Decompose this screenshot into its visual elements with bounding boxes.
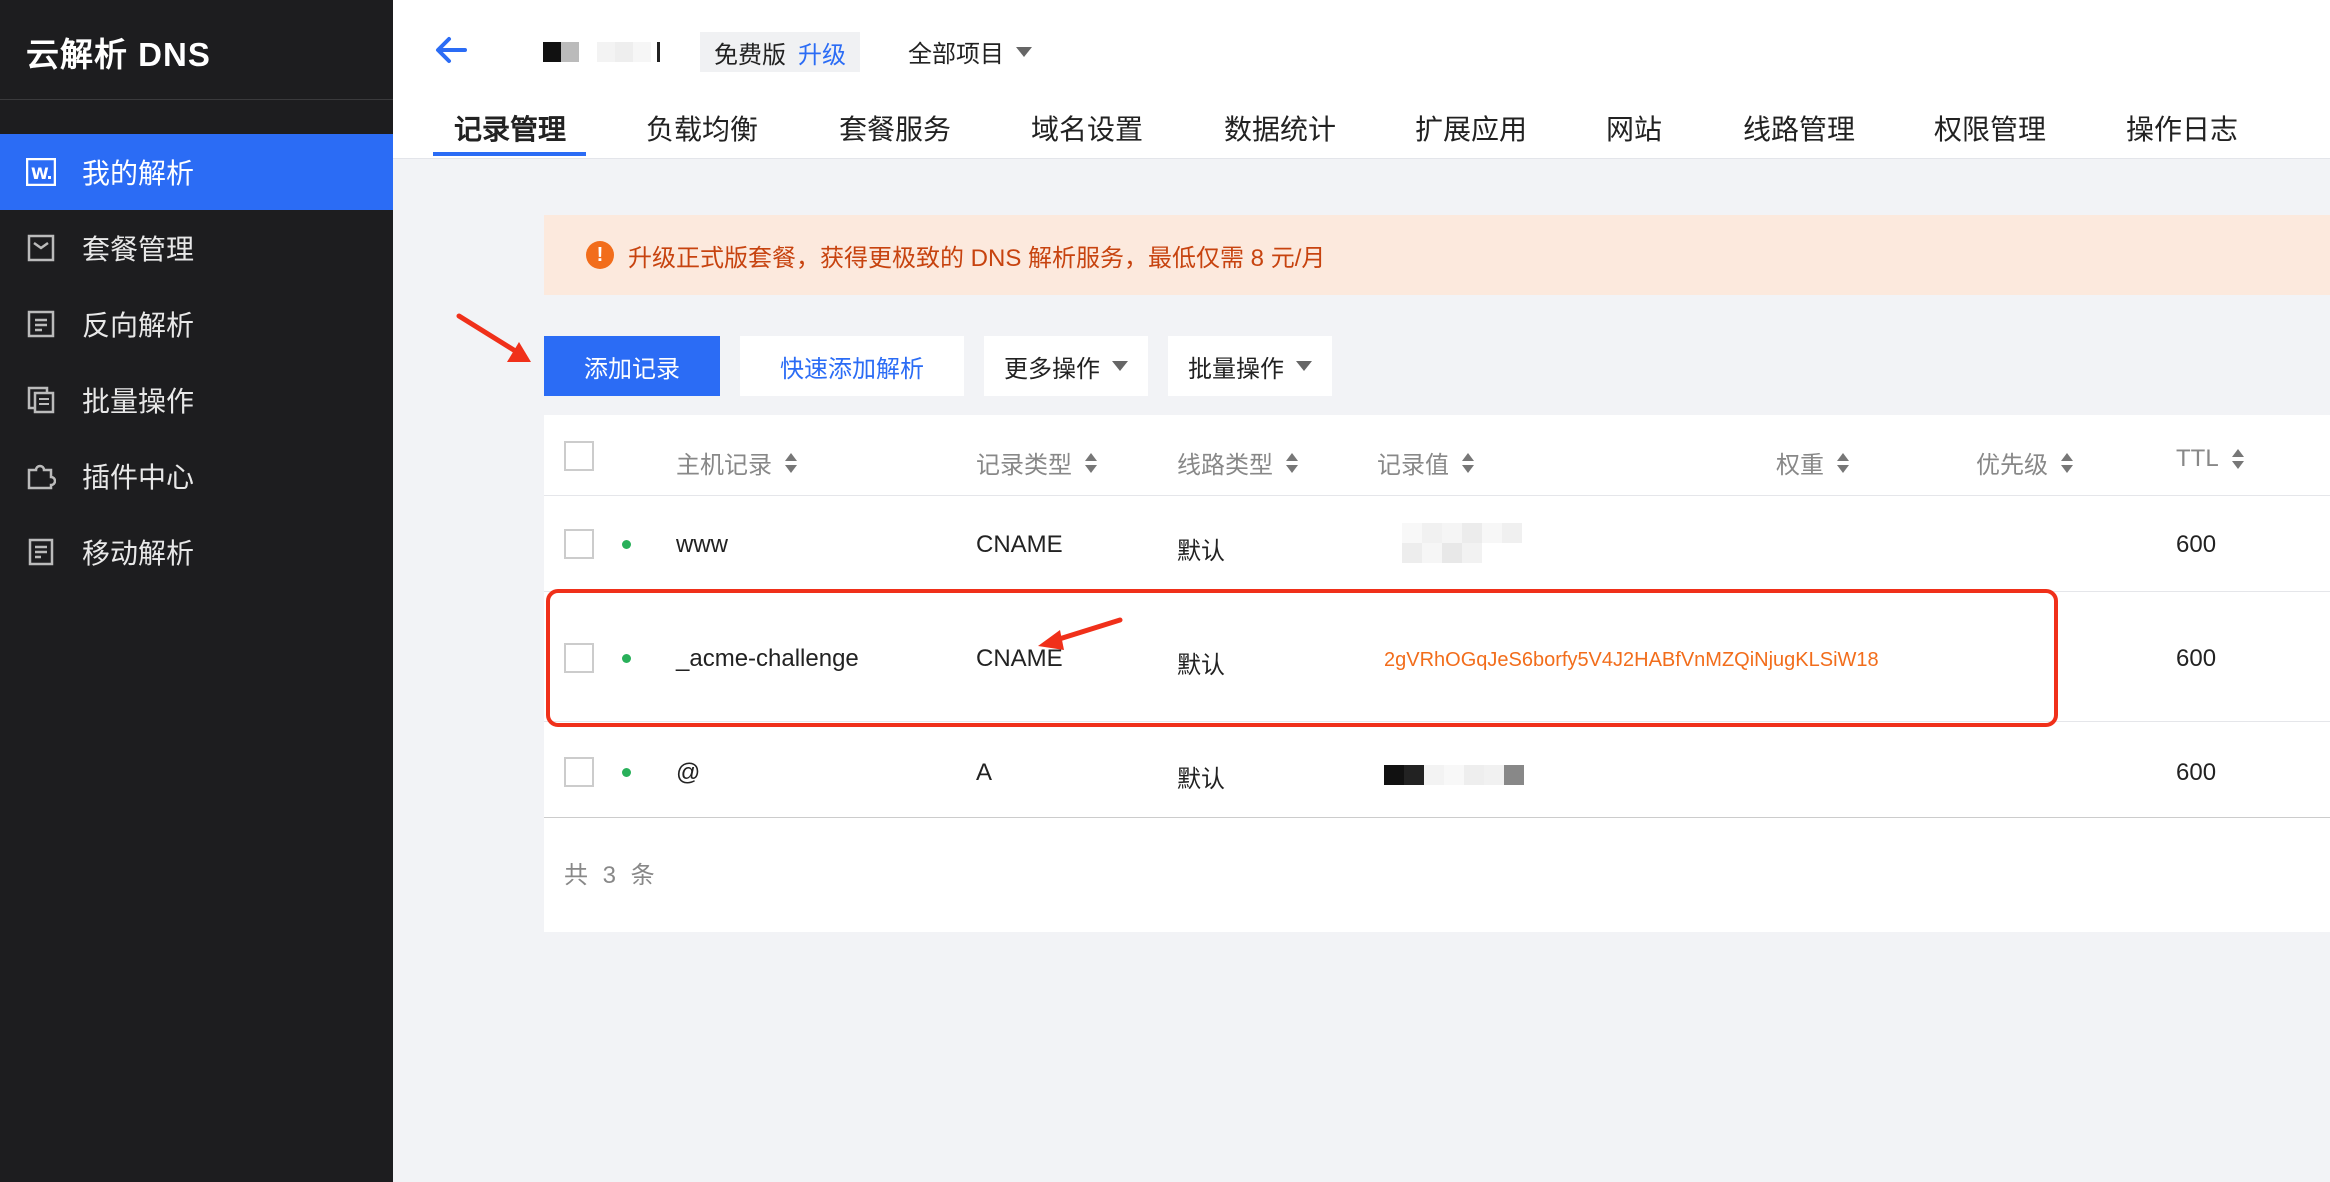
sidebar: 云解析 DNS W 我的解析 套餐管理 反向解析 批量操作 插件中心 移动解析 — [0, 0, 393, 1182]
annotation-arrow-icon — [1038, 617, 1123, 650]
column-header-label: 优先级 — [1976, 452, 2048, 479]
sort-icon[interactable] — [784, 452, 798, 474]
quick-add-button[interactable]: 快速添加解析 — [740, 336, 964, 396]
sidebar-item-label: 我的解析 — [82, 158, 195, 189]
tab-statistics[interactable]: 数据统计 — [1224, 108, 1336, 148]
tab-load-balance[interactable]: 负载均衡 — [646, 108, 758, 148]
annotation-arrow-icon — [456, 313, 531, 362]
tab-records[interactable]: 记录管理 — [454, 108, 566, 148]
sidebar-item-label: 移动解析 — [82, 538, 195, 569]
sidebar-item-batch[interactable]: 批量操作 — [0, 362, 393, 438]
app-title: 云解析 DNS — [26, 36, 211, 73]
row-checkbox[interactable] — [564, 529, 594, 559]
row-checkbox[interactable] — [564, 757, 594, 787]
batch-actions-dropdown[interactable]: 批量操作 — [1168, 336, 1332, 396]
status-enabled-icon — [622, 540, 631, 549]
cell-line: 默认 — [1177, 538, 1225, 565]
column-header-label: TTL — [2176, 445, 2219, 472]
dns-record-icon: W — [26, 157, 56, 187]
tab-line-management[interactable]: 线路管理 — [1743, 108, 1855, 148]
sort-icon[interactable] — [1461, 452, 1475, 474]
cell-ttl: 600 — [2176, 645, 2217, 672]
cell-ttl: 600 — [2176, 531, 2217, 558]
add-record-button[interactable]: 添加记录 — [544, 336, 720, 396]
column-header-type[interactable]: 记录类型 — [976, 445, 1098, 480]
plan-label: 免费版 — [714, 41, 786, 69]
upgrade-link[interactable]: 升级 — [798, 35, 846, 70]
back-arrow-icon[interactable] — [431, 30, 471, 70]
sidebar-item-label: 插件中心 — [82, 462, 195, 493]
tab-website[interactable]: 网站 — [1606, 108, 1662, 148]
more-actions-label: 更多操作 — [1004, 355, 1100, 383]
sidebar-item-label: 反向解析 — [82, 310, 195, 341]
tab-package-service[interactable]: 套餐服务 — [839, 108, 951, 148]
column-header-line[interactable]: 线路类型 — [1177, 445, 1299, 480]
chevron-down-icon — [1016, 46, 1032, 57]
sort-icon[interactable] — [2231, 448, 2245, 470]
plugin-icon — [26, 461, 56, 491]
tab-domain-settings[interactable]: 域名设置 — [1031, 108, 1143, 148]
tab-permissions[interactable]: 权限管理 — [1934, 108, 2046, 148]
cell-value-masked — [1402, 543, 1482, 563]
column-header-label: 主机记录 — [676, 452, 772, 479]
cell-ttl: 600 — [2176, 759, 2217, 786]
mobile-icon — [26, 537, 56, 567]
sort-icon[interactable] — [1084, 452, 1098, 474]
domain-name-masked — [543, 42, 660, 62]
cell-type: A — [976, 759, 993, 786]
cell-value-masked — [1384, 765, 1524, 785]
sidebar-item-my-dns[interactable]: W 我的解析 — [0, 134, 393, 210]
sidebar-item-plugin[interactable]: 插件中心 — [0, 438, 393, 514]
package-icon — [26, 233, 56, 263]
cell-value-masked — [1402, 523, 1522, 543]
cell-type: CNAME — [976, 531, 1063, 558]
total-count: 共 3 条 — [564, 862, 659, 889]
sidebar-item-label: 批量操作 — [82, 386, 195, 417]
cell-host: www — [676, 531, 728, 558]
status-enabled-icon — [622, 768, 631, 777]
sidebar-item-package[interactable]: 套餐管理 — [0, 210, 393, 286]
batch-icon — [26, 385, 56, 415]
sort-icon[interactable] — [1285, 452, 1299, 474]
tab-operation-log[interactable]: 操作日志 — [2126, 108, 2238, 148]
divider — [544, 495, 2330, 496]
column-header-label: 权重 — [1776, 452, 1824, 479]
select-all-checkbox[interactable] — [564, 441, 594, 471]
cell-host: @ — [676, 759, 701, 786]
svg-text:W: W — [31, 164, 49, 183]
sidebar-item-reverse[interactable]: 反向解析 — [0, 286, 393, 362]
sort-icon[interactable] — [1836, 452, 1850, 474]
sidebar-item-mobile[interactable]: 移动解析 — [0, 514, 393, 590]
active-tab-indicator — [433, 152, 586, 156]
banner-text: 升级正式版套餐，获得更极致的 DNS 解析服务，最低仅需 8 元/月 — [628, 244, 1326, 272]
tab-extensions[interactable]: 扩展应用 — [1415, 108, 1527, 148]
column-header-label: 记录类型 — [976, 452, 1072, 479]
project-dropdown[interactable]: 全部项目 — [908, 34, 1032, 69]
more-actions-dropdown[interactable]: 更多操作 — [984, 336, 1148, 396]
chevron-down-icon — [1296, 361, 1312, 371]
sidebar-item-label: 套餐管理 — [82, 234, 195, 265]
sidebar-divider — [0, 99, 393, 100]
column-header-label: 记录值 — [1377, 452, 1449, 479]
project-label: 全部项目 — [908, 41, 1004, 68]
info-icon: ! — [586, 241, 614, 269]
divider — [544, 817, 2330, 818]
highlight-box — [546, 589, 2058, 727]
reverse-icon — [26, 309, 56, 339]
plan-badge: 免费版 升级 — [700, 32, 860, 72]
column-header-ttl[interactable]: TTL — [2176, 445, 2245, 473]
sort-icon[interactable] — [2060, 452, 2074, 474]
tab-bar: 记录管理 负载均衡 套餐服务 域名设置 数据统计 扩展应用 网站 线路管理 权限… — [393, 108, 2330, 158]
batch-actions-label: 批量操作 — [1188, 355, 1284, 383]
header: 免费版 升级 全部项目 记录管理 负载均衡 套餐服务 域名设置 数据统计 扩展应… — [393, 0, 2330, 159]
column-header-label: 线路类型 — [1177, 452, 1273, 479]
column-header-weight[interactable]: 权重 — [1776, 445, 1850, 480]
column-header-value[interactable]: 记录值 — [1377, 445, 1475, 480]
upgrade-banner: ! 升级正式版套餐，获得更极致的 DNS 解析服务，最低仅需 8 元/月 — [544, 215, 2330, 295]
column-header-host[interactable]: 主机记录 — [676, 445, 798, 480]
column-header-priority[interactable]: 优先级 — [1976, 445, 2074, 480]
chevron-down-icon — [1112, 361, 1128, 371]
cell-line: 默认 — [1177, 766, 1225, 793]
